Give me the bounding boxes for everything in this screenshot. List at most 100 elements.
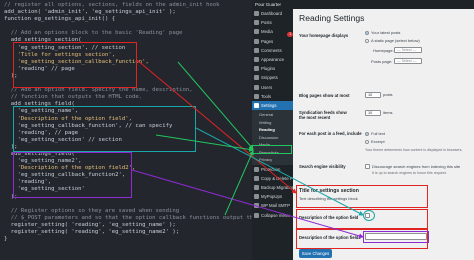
comments-icon <box>254 47 259 53</box>
radio-full-text[interactable]: Full text <box>365 131 385 136</box>
radio-dot[interactable] <box>365 139 369 144</box>
code-line: // Add an option field. Specify the name… <box>4 87 193 94</box>
code-line: 'eg_setting_section' <box>4 186 85 193</box>
option-field2-input[interactable] <box>365 233 427 240</box>
syndication-input[interactable]: 10 <box>365 110 381 116</box>
code-line: // $_POST parameters and so that the opt… <box>10 214 252 221</box>
radio-static-page[interactable]: A static page (select below) <box>365 38 420 43</box>
code-line: add_settings_field( <box>4 101 75 108</box>
sidebar-item-protection[interactable]: Protection <box>252 165 293 174</box>
sidebar-item-label: Appearance <box>261 57 285 63</box>
sidebar-item-appearance[interactable]: Appearance <box>252 55 293 64</box>
collapse-menu-icon <box>254 212 259 218</box>
sidebar-item-label: Settings <box>261 102 277 108</box>
sidebar-item-label: Dashboard <box>261 11 283 17</box>
radio-dot[interactable] <box>365 38 369 43</box>
submenu-item-writing[interactable]: Writing <box>252 119 293 127</box>
section-description: Text describing the settings block <box>299 196 358 201</box>
sidebar-item-label: MyPopUps <box>261 194 283 200</box>
option-field2-label: Description of the option field2 <box>299 235 361 240</box>
sidebar-item-label: Comments <box>261 47 282 53</box>
snippets-icon <box>254 75 259 81</box>
code-line: add_action( 'admin_init', 'eg_settings_a… <box>4 9 176 16</box>
option-field1-checkbox[interactable] <box>365 213 370 218</box>
code-line: // Add an options block to the basic 'Re… <box>4 30 183 37</box>
posts-icon <box>254 20 259 26</box>
sidebar-item-label: Copy & Delete Posts <box>261 175 293 181</box>
settings-submenu: General Writing Reading Discussion Media Perm… <box>252 110 293 165</box>
code-line: 'eg_setting_section' // section <box>4 136 122 143</box>
sidebar-item-mypopups[interactable]: MyPopUps <box>252 192 293 201</box>
sidebar-item-backup-migration[interactable]: Backup Migration <box>252 183 293 192</box>
sidebar-item-label: Protection <box>261 166 281 172</box>
posts-page-select-label: Posts page: <box>371 59 393 64</box>
code-line: 'eg_setting_name2', <box>4 158 82 165</box>
sidebar-item-users[interactable]: Users <box>252 83 293 92</box>
code-line: // Register options so they are saved wh… <box>4 207 180 214</box>
sidebar-item-dashboard[interactable]: Dashboard <box>252 9 293 18</box>
blog-pages-input[interactable]: 10 <box>365 92 381 98</box>
search-visibility-label: Search engine visibility <box>299 164 346 169</box>
homepage-select-label: Homepage: <box>373 48 394 53</box>
sidebar-item-pages[interactable]: Pages <box>252 37 293 46</box>
sidebar-item-label: Users <box>261 84 273 90</box>
admin-top-bar <box>293 0 474 9</box>
radio-label: A static page (select below) <box>371 38 420 43</box>
feed-description: Your theme determines how content is dis… <box>365 148 463 152</box>
dashboard-icon <box>254 11 259 17</box>
submenu-item-privacy[interactable]: Privacy <box>252 156 293 164</box>
code-line: 'Description of the option field2', <box>4 165 136 172</box>
code-line: function eg_settings_api_init() { <box>4 16 116 23</box>
sidebar-item-label: Backup Migration <box>261 185 293 191</box>
sidebar-item-wp-mail-smtp[interactable]: WP Mail SMTP <box>252 201 293 210</box>
code-line: } <box>4 236 8 243</box>
settings-icon <box>254 102 259 108</box>
sidebar-item-snippets[interactable]: Snippets <box>252 73 293 82</box>
save-changes-button[interactable]: Save Changes <box>299 249 332 258</box>
code-line: 'Title for settings section', <box>4 51 116 58</box>
submenu-item-media[interactable]: Media <box>252 141 293 149</box>
media-icon <box>254 29 259 35</box>
posts-page-select[interactable]: — Select — <box>394 58 422 64</box>
submenu-item-reading[interactable]: Reading <box>252 126 293 134</box>
radio-label: Full text <box>371 131 386 136</box>
feed-include-label: For each post in a feed, include <box>299 131 362 136</box>
submenu-item-discussion[interactable]: Discussion <box>252 134 293 142</box>
sidebar-item-posts[interactable]: Posts <box>252 18 293 27</box>
syndication-unit: items <box>383 110 393 115</box>
section-title: Title for settings section <box>299 188 359 194</box>
sidebar-item-label: Tools <box>261 93 272 99</box>
code-editor: // register all options, sections, field… <box>0 0 252 260</box>
code-line: // register all options, sections, field… <box>4 2 220 8</box>
option-field1-label: Description of the option field <box>299 215 359 220</box>
homepage-select[interactable]: — Select — <box>394 47 422 53</box>
code-line: register_setting( 'reading', 'eg_setting… <box>4 221 176 228</box>
sidebar-item-collapse-menu[interactable]: Collapse menu <box>252 211 293 220</box>
search-description: It is up to search engines to honor this… <box>372 171 447 175</box>
radio-dot[interactable] <box>365 30 369 35</box>
code-line: ); <box>4 143 18 150</box>
submenu-item-permalinks[interactable]: Permalinks <box>252 149 293 157</box>
homepage-displays-label: Your homepage displays <box>299 33 349 38</box>
sidebar-item-label: Plugins <box>261 66 276 72</box>
sidebar-item-label: Pages <box>261 38 274 44</box>
code-line: ); <box>4 72 18 79</box>
sidebar-item-label: Media <box>261 29 273 35</box>
discourage-search-checkbox[interactable] <box>365 164 370 169</box>
radio-dot[interactable] <box>365 131 369 136</box>
sidebar-item-plugins[interactable]: Plugins <box>252 64 293 73</box>
code-line: 'Description of the option field', <box>4 115 132 122</box>
protection-icon <box>254 166 259 172</box>
code-line: 'reading', <box>4 179 52 186</box>
site-name[interactable]: Pour Guarter <box>252 0 293 9</box>
radio-excerpt[interactable]: Excerpt <box>365 139 385 144</box>
radio-latest-posts[interactable]: Your latest posts <box>365 30 400 35</box>
sidebar-item-label: Posts <box>261 20 272 26</box>
sidebar-item-comments[interactable]: Comments <box>252 46 293 55</box>
discourage-search-label: Discourage search engines from indexing … <box>372 164 461 169</box>
sidebar-item-tools[interactable]: Tools <box>252 92 293 101</box>
page-title: Reading Settings <box>299 13 365 23</box>
submenu-item-general[interactable]: General <box>252 111 293 119</box>
sidebar-item-settings[interactable]: Settings <box>252 100 293 111</box>
sidebar-item-copy-delete-posts[interactable]: Copy & Delete Posts <box>252 174 293 183</box>
